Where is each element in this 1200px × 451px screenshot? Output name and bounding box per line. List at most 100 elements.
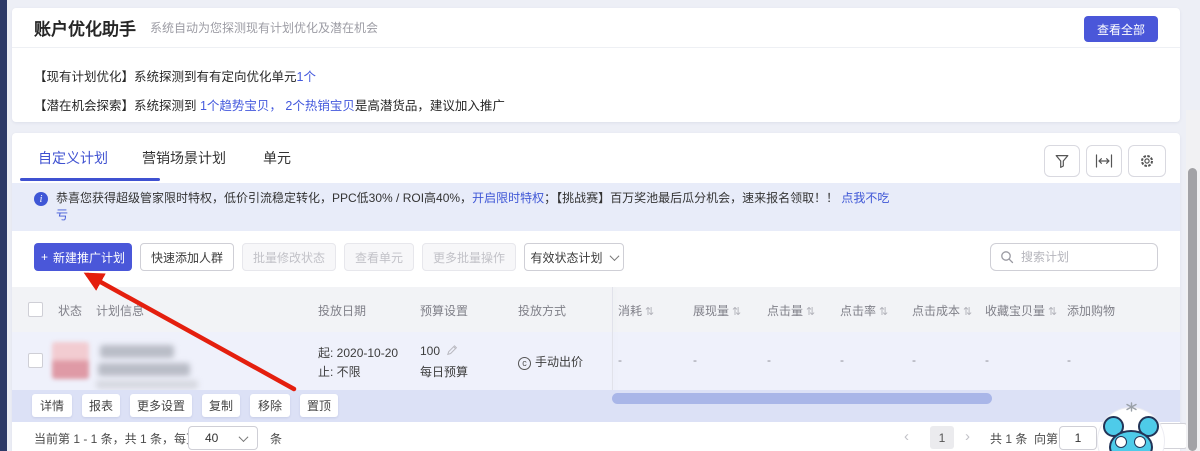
view-unit-button[interactable]: 查看单元 <box>344 243 414 271</box>
cell-impressions: - <box>693 353 697 367</box>
promo-notice-bar: i 恭喜您获得超级管家限时特权，低价引流稳定转化，PPC低30% / ROI高4… <box>12 183 1180 231</box>
col-cpc-label: 点击成本 <box>912 304 961 318</box>
line1-count-link[interactable]: 1个 <box>297 70 316 84</box>
goto-page-label: 向第 <box>1034 432 1059 446</box>
chevron-down-icon <box>238 431 249 442</box>
report-button[interactable]: 报表 <box>82 394 120 417</box>
sort-icon[interactable]: ⇅ <box>963 305 972 318</box>
col-clicks-label: 点击量 <box>767 304 804 318</box>
pagination-bar: 当前第 1 - 1 条，共 1 条，每页展示 40 条 ‹ 1 › 共 1 条 … <box>12 422 1188 451</box>
mascot-antenna-icon <box>1126 402 1137 412</box>
cell-add-cart: - <box>1067 353 1071 367</box>
new-campaign-button[interactable]: + 新建推广计划 <box>34 243 132 271</box>
tab-marketing-scene-plan[interactable]: 营销场景计划 <box>142 148 226 168</box>
sort-icon[interactable]: ⇅ <box>806 305 815 318</box>
sort-icon[interactable]: ⇅ <box>732 305 741 318</box>
vertical-scrollbar[interactable] <box>1188 168 1197 451</box>
row-action-strip: 详情 报表 更多设置 复制 移除 置顶 <box>12 390 1180 422</box>
search-box <box>990 243 1158 271</box>
active-tab-underline <box>20 178 160 181</box>
status-filter-dropdown[interactable]: 有效状态计划 <box>524 243 624 271</box>
chevron-down-icon <box>609 250 619 261</box>
sort-icon[interactable]: ⇅ <box>1048 305 1057 318</box>
batch-modify-status-button[interactable]: 批量修改状态 <box>242 243 336 271</box>
line2-text2: 是高潜货品，建议加入推广 <box>354 99 505 113</box>
challenge-signup-link-wrap[interactable]: 亏 <box>56 208 68 222</box>
prev-page-button[interactable]: ‹ <box>904 428 909 445</box>
assistant-mascot[interactable] <box>1096 402 1168 451</box>
page-size-select[interactable]: 40 <box>188 426 258 450</box>
tab-unit[interactable]: 单元 <box>263 148 291 168</box>
detail-button[interactable]: 详情 <box>32 394 72 417</box>
col-impressions-label: 展现量 <box>693 304 730 318</box>
row-checkbox[interactable] <box>28 353 43 368</box>
search-input[interactable] <box>1021 250 1131 264</box>
open-privilege-link[interactable]: 开启限时特权 <box>472 191 544 205</box>
col-ctr[interactable]: 点击率 ⇅ <box>840 302 888 319</box>
optimizer-assistant-card: 账户优化助手 系统自动为您探测现有计划优化及潜在机会 查看全部 【现有计划优化】… <box>12 8 1180 122</box>
col-add-cart[interactable]: 添加购物 <box>1067 302 1115 319</box>
promo-notice-line2: 亏 <box>56 207 68 224</box>
more-settings-button[interactable]: 更多设置 <box>130 394 192 417</box>
column-width-button[interactable] <box>1086 145 1122 177</box>
total-count: 共 1 条 <box>990 432 1028 446</box>
more-batch-operations-button[interactable]: 更多批量操作 <box>422 243 516 271</box>
pin-top-button[interactable]: 置顶 <box>300 394 338 417</box>
view-all-button[interactable]: 查看全部 <box>1083 16 1158 42</box>
mascot-eye <box>1115 436 1127 448</box>
col-method: 投放方式 <box>518 304 567 318</box>
optimizer-header: 账户优化助手 系统自动为您探测现有计划优化及潜在机会 查看全部 <box>12 8 1180 48</box>
schedule-end: 止: 不限 <box>318 365 361 379</box>
col-spend[interactable]: 消耗 ⇅ <box>618 302 654 319</box>
table-row[interactable]: 起: 2020-10-20 止: 不限 100 每日预算 c 手动出价 - - -… <box>12 332 1180 390</box>
page-size-unit: 条 <box>270 432 283 446</box>
select-all-checkbox[interactable] <box>28 302 43 317</box>
new-campaign-label: 新建推广计划 <box>53 250 126 265</box>
col-plan-info: 计划信息 <box>96 304 145 318</box>
col-impressions[interactable]: 展现量 ⇅ <box>693 302 741 319</box>
cell-clicks: - <box>767 353 771 367</box>
existing-plan-optimization-line: 【现有计划优化】系统探测到有有定向优化单元1个 <box>34 66 316 85</box>
product-thumbnail-blurred <box>52 342 89 379</box>
vertical-scrollbar-track <box>1186 110 1200 451</box>
settings-button[interactable] <box>1128 145 1166 177</box>
col-status: 状态 <box>58 304 83 318</box>
next-page-button[interactable]: › <box>965 428 970 445</box>
horizontal-scrollbar[interactable] <box>612 393 992 404</box>
schedule-start: 起: 2020-10-20 <box>318 346 399 360</box>
col-favorites-label: 收藏宝贝量 <box>985 304 1046 318</box>
notice-text1: 恭喜您获得超级管家限时特权，低价引流稳定转化，PPC低30% / ROI高40%… <box>56 191 473 205</box>
page-subtitle: 系统自动为您探测现有计划优化及潜在机会 <box>150 21 379 35</box>
col-schedule: 投放日期 <box>318 304 367 318</box>
column-width-icon <box>1095 154 1113 168</box>
challenge-signup-link[interactable]: 点我不吃 <box>841 191 889 205</box>
col-ctr-label: 点击率 <box>840 304 877 318</box>
col-favorites[interactable]: 收藏宝贝量 ⇅ <box>985 302 1057 319</box>
page-size-value: 40 <box>205 431 219 445</box>
campaign-list-card: 自定义计划 营销场景计划 单元 i 恭喜您获得超级管家限时特权，低价引流稳定转化… <box>12 133 1188 451</box>
notice-text2: ；【挑战赛】百万奖池最后瓜分机会，速来报名领取！！ <box>544 191 842 205</box>
plus-icon: + <box>40 250 48 264</box>
hot-items-link[interactable]: 2个热销宝贝 <box>282 99 354 113</box>
budget-amount: 100 <box>420 344 441 358</box>
plan-name-blurred <box>100 345 174 358</box>
remove-button[interactable]: 移除 <box>250 394 290 417</box>
goto-page-input[interactable] <box>1059 426 1097 450</box>
trend-items-link[interactable]: 1个趋势宝贝， <box>200 99 282 113</box>
col-budget: 预算设置 <box>420 304 469 318</box>
col-add-cart-label: 添加购物 <box>1067 304 1116 318</box>
cell-ctr: - <box>840 353 844 367</box>
copy-button[interactable]: 复制 <box>202 394 240 417</box>
sort-icon[interactable]: ⇅ <box>879 305 888 318</box>
col-cpc[interactable]: 点击成本 ⇅ <box>912 302 972 319</box>
gear-icon <box>1141 155 1153 167</box>
edit-pencil-icon[interactable] <box>446 344 458 356</box>
campaign-manager-page: { "colors": { "primary": "#4a57d9", "lin… <box>0 0 1200 451</box>
tab-custom-plan[interactable]: 自定义计划 <box>38 148 108 168</box>
filter-icon <box>1055 155 1069 168</box>
filter-button[interactable] <box>1044 145 1080 177</box>
sort-icon[interactable]: ⇅ <box>645 305 654 318</box>
quick-add-audience-button[interactable]: 快速添加人群 <box>140 243 234 271</box>
col-clicks[interactable]: 点击量 ⇅ <box>767 302 815 319</box>
current-page-button[interactable]: 1 <box>930 426 954 449</box>
